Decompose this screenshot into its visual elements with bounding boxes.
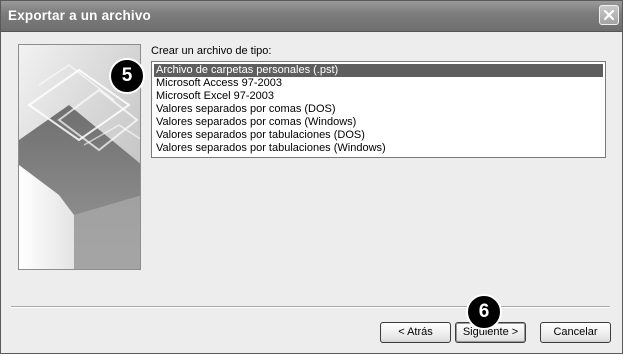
file-type-label: Crear un archivo de tipo: xyxy=(151,45,272,57)
close-button[interactable] xyxy=(599,5,619,25)
cancel-button[interactable]: Cancelar xyxy=(540,322,611,343)
close-icon xyxy=(604,10,614,20)
list-item-access[interactable]: Microsoft Access 97-2003 xyxy=(154,77,603,90)
footer-divider xyxy=(11,306,610,308)
list-item-pst[interactable]: Archivo de carpetas personales (.pst) xyxy=(154,64,603,77)
dialog-title: Exportar a un archivo xyxy=(8,8,151,23)
step-callout-next: 6 xyxy=(466,294,502,330)
list-item-csv-windows[interactable]: Valores separados por comas (Windows) xyxy=(154,116,603,129)
list-item-tab-dos[interactable]: Valores separados por tabulaciones (DOS) xyxy=(154,129,603,142)
step-callout-list: 5 xyxy=(109,58,145,94)
list-item-excel[interactable]: Microsoft Excel 97-2003 xyxy=(154,90,603,103)
list-item-csv-dos[interactable]: Valores separados por comas (DOS) xyxy=(154,103,603,116)
back-button[interactable]: < Atrás xyxy=(380,322,451,343)
title-bar[interactable]: Exportar a un archivo xyxy=(1,1,622,32)
export-dialog: Exportar a un archivo Crear un archivo d… xyxy=(0,0,623,354)
file-type-listbox[interactable]: Archivo de carpetas personales (.pst) Mi… xyxy=(151,61,606,158)
list-item-tab-windows[interactable]: Valores separados por tabulaciones (Wind… xyxy=(154,142,603,155)
